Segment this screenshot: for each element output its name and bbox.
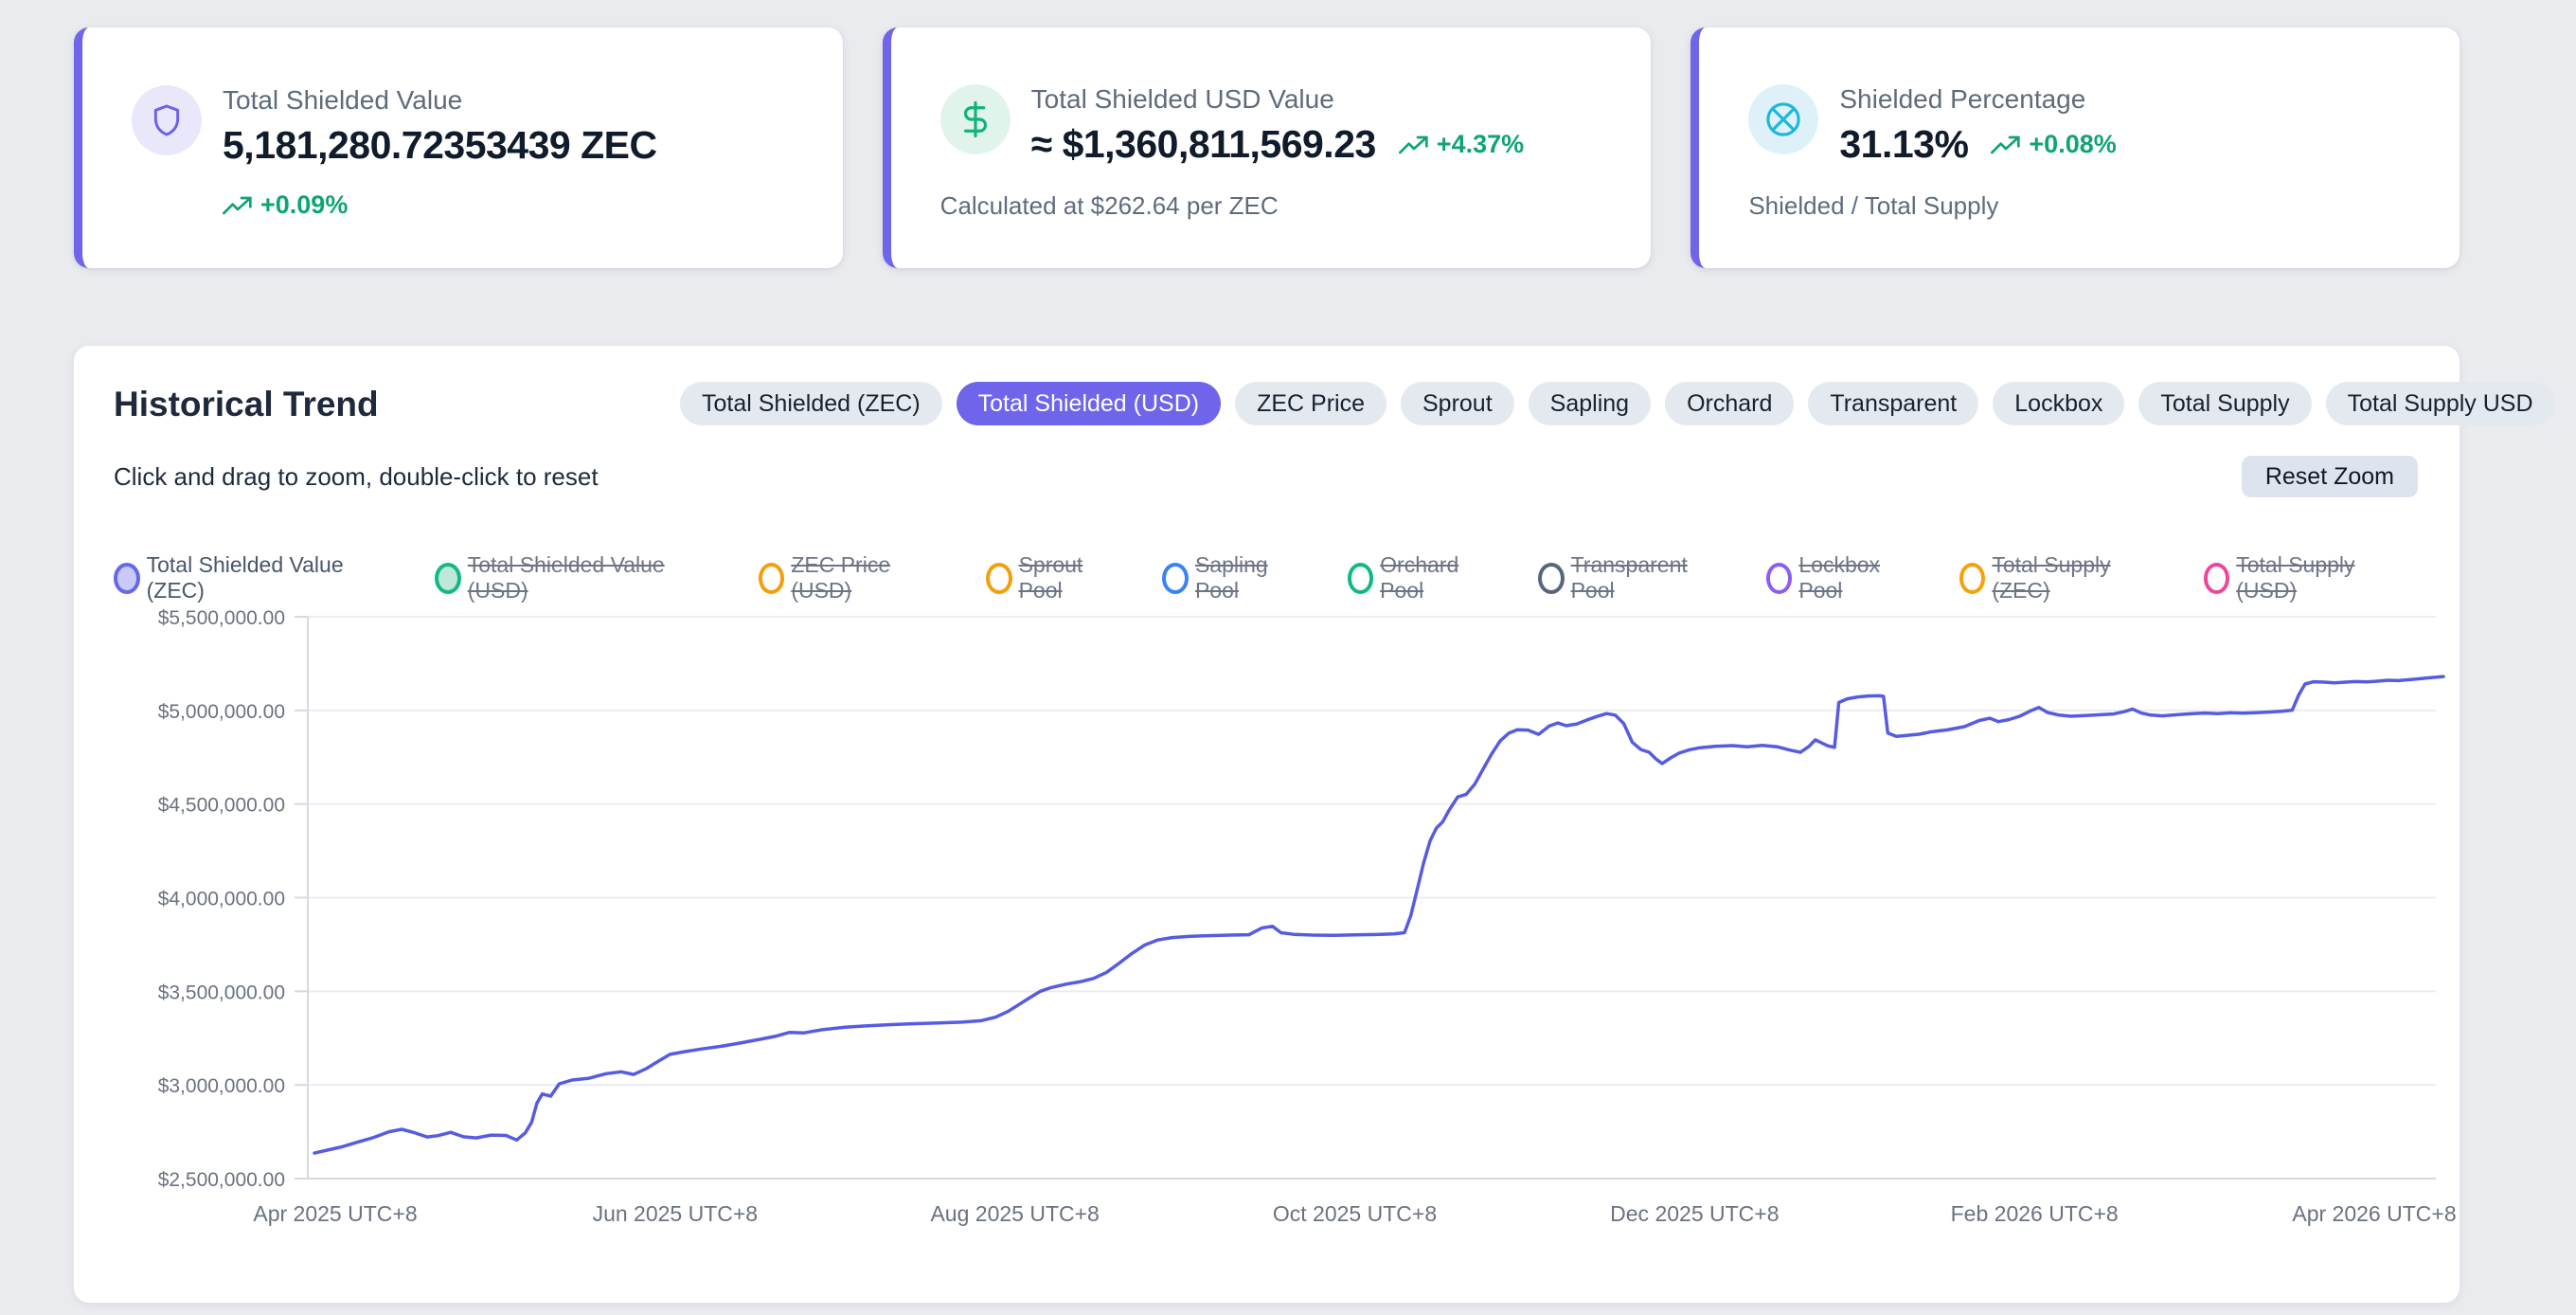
card-total-shielded-value: Total Shielded Value 5,181,280.72353439 …	[74, 27, 843, 268]
legend-item-transparent-pool[interactable]: Transparent Pool	[1538, 552, 1734, 603]
card-change: +0.09%	[223, 190, 805, 220]
y-tick-label: $4,000,000.00	[158, 889, 285, 910]
historical-trend-panel: Historical Trend Total Shielded (ZEC) Tot…	[74, 346, 2460, 1303]
legend-label: Sapling Pool	[1195, 552, 1315, 603]
trending-up-icon	[1399, 134, 1429, 156]
legend-label: Sprout Pool	[1019, 552, 1131, 603]
tab-orchard[interactable]: Orchard	[1665, 382, 1794, 425]
y-tick-label: $5,000,000.00	[158, 701, 285, 723]
trending-up-icon	[223, 194, 253, 217]
legend-marker-icon	[2204, 563, 2230, 594]
y-tick-label: $5,500,000.00	[158, 607, 285, 629]
legend-marker-icon	[1959, 563, 1986, 594]
card-change-text: +0.08%	[2029, 130, 2116, 159]
tab-total-supply[interactable]: Total Supply	[2138, 382, 2311, 425]
tab-sprout[interactable]: Sprout	[1401, 382, 1514, 425]
card-change: +0.08%	[1991, 130, 2116, 159]
shield-icon	[132, 85, 202, 155]
tab-total-shielded-zec[interactable]: Total Shielded (ZEC)	[680, 382, 942, 425]
chart-series-tabs: Total Shielded (ZEC) Total Shielded (USD)…	[680, 382, 2555, 425]
card-value: 31.13%	[1839, 122, 1968, 167]
card-title: Total Shielded USD Value	[1031, 84, 1524, 115]
reset-zoom-button[interactable]: Reset Zoom	[2242, 456, 2418, 497]
legend-item-orchard-pool[interactable]: Orchard Pool	[1348, 552, 1506, 603]
legend-item-zec-price-usd[interactable]: ZEC Price (USD)	[759, 552, 954, 603]
card-change-text: +4.37%	[1437, 130, 1524, 159]
tab-zec-price[interactable]: ZEC Price	[1235, 382, 1386, 425]
chart-legend: Total Shielded Value (ZEC) Total Shielded…	[114, 552, 2418, 603]
legend-marker-icon	[1348, 563, 1374, 594]
card-value: ≈ $1,360,811,569.23	[1031, 122, 1376, 167]
legend-item-lockbox-pool[interactable]: Lockbox Pool	[1766, 552, 1927, 603]
tab-lockbox[interactable]: Lockbox	[1993, 382, 2124, 425]
legend-marker-icon	[986, 563, 1012, 594]
x-tick-label: Apr 2025 UTC+8	[253, 1201, 417, 1226]
legend-label: Lockbox Pool	[1798, 552, 1926, 603]
legend-label: Total Shielded Value (ZEC)	[147, 552, 402, 603]
card-value: 5,181,280.72353439 ZEC	[223, 123, 657, 168]
historical-trend-chart[interactable]: $5,500,000.00 $5,000,000.00 $4,500,000.00 $…	[114, 607, 2499, 1233]
x-tick-label: Apr 2026 UTC+8	[2292, 1201, 2456, 1226]
legend-label: Orchard Pool	[1380, 552, 1506, 603]
card-title: Total Shielded Value	[223, 85, 657, 116]
tab-sapling[interactable]: Sapling	[1529, 382, 1651, 425]
legend-item-total-supply-zec[interactable]: Total Supply (ZEC)	[1959, 552, 2172, 603]
legend-label: Transparent Pool	[1571, 552, 1734, 603]
card-change-text: +0.09%	[260, 190, 348, 220]
legend-item-sapling-pool[interactable]: Sapling Pool	[1162, 552, 1315, 603]
circle-x-icon	[1748, 84, 1818, 154]
legend-label: Total Supply (ZEC)	[1992, 552, 2171, 603]
card-title: Shielded Percentage	[1839, 84, 2116, 115]
panel-title: Historical Trend	[114, 382, 680, 424]
trending-up-icon	[1991, 134, 2021, 156]
legend-marker-icon	[759, 563, 785, 594]
legend-marker-icon	[435, 563, 461, 594]
chart-line-total-shielded-value-zec	[314, 676, 2443, 1153]
tab-transparent[interactable]: Transparent	[1808, 382, 1978, 425]
legend-label: Total Shielded Value (USD)	[468, 552, 726, 603]
x-tick-label: Jun 2025 UTC+8	[593, 1201, 759, 1226]
legend-label: ZEC Price (USD)	[791, 552, 954, 603]
zoom-hint-text: Click and drag to zoom, double-click to …	[114, 462, 599, 492]
card-subtext: Calculated at $262.64 per ZEC	[940, 191, 1614, 221]
y-tick-label: $3,500,000.00	[158, 982, 285, 1003]
tab-total-shielded-usd[interactable]: Total Shielded (USD)	[957, 382, 1221, 425]
y-tick-label: $4,500,000.00	[158, 795, 285, 817]
legend-item-sprout-pool[interactable]: Sprout Pool	[986, 552, 1130, 603]
legend-item-total-supply-usd[interactable]: Total Supply (USD)	[2204, 552, 2418, 603]
x-tick-label: Aug 2025 UTC+8	[930, 1201, 1099, 1226]
tab-total-supply-usd[interactable]: Total Supply USD	[2326, 382, 2555, 425]
x-tick-label: Oct 2025 UTC+8	[1273, 1201, 1437, 1226]
legend-item-total-shielded-value-usd[interactable]: Total Shielded Value (USD)	[435, 552, 726, 603]
y-tick-label: $2,500,000.00	[158, 1169, 285, 1191]
x-tick-label: Feb 2026 UTC+8	[1951, 1201, 2119, 1226]
card-shielded-percentage: Shielded Percentage 31.13% +0.08% Shield…	[1690, 27, 2460, 268]
card-change: +4.37%	[1399, 130, 1524, 159]
card-total-shielded-usd: Total Shielded USD Value ≈ $1,360,811,56…	[883, 27, 1652, 268]
x-tick-label: Dec 2025 UTC+8	[1610, 1201, 1779, 1226]
legend-marker-icon	[1538, 563, 1565, 594]
page-content: Total Shielded Value 5,181,280.72353439 …	[74, 0, 2460, 1303]
stat-cards-row: Total Shielded Value 5,181,280.72353439 …	[74, 0, 2460, 268]
card-subtext: Shielded / Total Supply	[1748, 191, 2422, 221]
y-tick-label: $3,000,000.00	[158, 1075, 285, 1097]
legend-label: Total Supply (USD)	[2236, 552, 2418, 603]
legend-marker-icon	[1162, 563, 1189, 594]
legend-marker-icon	[1766, 563, 1793, 594]
legend-marker-icon	[114, 563, 140, 594]
dollar-icon	[940, 84, 1011, 154]
legend-item-total-shielded-value-zec[interactable]: Total Shielded Value (ZEC)	[114, 552, 402, 603]
